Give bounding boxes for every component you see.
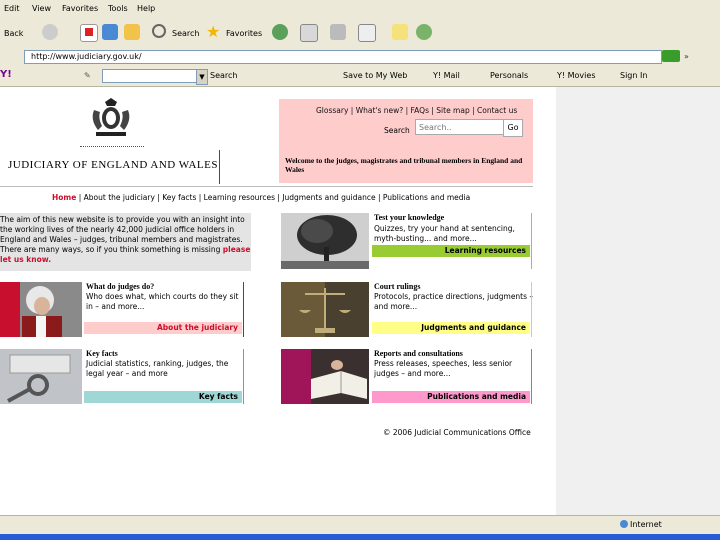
divider xyxy=(219,150,220,184)
learning-resources-link[interactable]: Learning resources xyxy=(372,245,530,257)
yahoo-mail-button[interactable]: Y! Mail xyxy=(433,71,460,80)
utility-links[interactable]: Glossary | What's new? | FAQs | Site map… xyxy=(316,106,517,115)
page-margin xyxy=(556,87,720,515)
search-input[interactable] xyxy=(415,119,507,135)
publications-media-link[interactable]: Publications and media xyxy=(372,391,530,403)
tree-photo[interactable] xyxy=(281,213,369,269)
forward-icon[interactable] xyxy=(42,24,58,40)
nav-links[interactable]: | About the judiciary | Key facts | Lear… xyxy=(79,193,470,202)
globe-icon xyxy=(620,520,628,528)
chevron-down-icon[interactable]: ▼ xyxy=(196,69,208,85)
print-icon[interactable] xyxy=(330,24,346,40)
pencil-icon[interactable]: ✎ xyxy=(84,71,91,80)
judge-photo[interactable] xyxy=(0,282,82,337)
yahoo-signin-button[interactable]: Sign In xyxy=(620,71,647,80)
search-icon[interactable] xyxy=(152,24,166,38)
divider xyxy=(0,186,533,187)
card-text: Judicial statistics, ranking, judges, th… xyxy=(86,359,229,378)
divider xyxy=(243,349,244,404)
intro-text: The aim of this new website is to provid… xyxy=(0,215,251,264)
address-bar: http://www.judiciary.gov.uk/ » xyxy=(0,48,720,67)
status-bar xyxy=(0,515,720,535)
keys-photo[interactable] xyxy=(0,349,82,404)
card-title[interactable]: Key facts xyxy=(86,349,118,358)
links-label: » xyxy=(684,52,689,61)
yahoo-logo[interactable]: Y! xyxy=(0,69,12,80)
messenger-icon[interactable] xyxy=(416,24,432,40)
divider xyxy=(531,213,532,269)
zone-label: Internet xyxy=(630,520,662,529)
favorites-icon[interactable]: ★ xyxy=(206,24,222,40)
copyright: © 2006 Judicial Communications Office xyxy=(383,428,531,437)
yahoo-save-button[interactable]: Save to My Web xyxy=(343,71,407,80)
favorites-button[interactable]: Favorites xyxy=(226,29,262,38)
menu-help[interactable]: Help xyxy=(137,4,155,13)
card-text: Protocols, practice directions, judgment… xyxy=(374,292,534,311)
search-button[interactable]: Search xyxy=(172,29,199,38)
key-facts-link[interactable]: Key facts xyxy=(84,391,242,403)
yahoo-movies-button[interactable]: Y! Movies xyxy=(557,71,595,80)
menu-view[interactable]: View xyxy=(32,4,51,13)
divider xyxy=(531,349,532,404)
divider xyxy=(243,282,244,337)
card-title[interactable]: Reports and consultations xyxy=(374,349,463,358)
intro-panel: The aim of this new website is to provid… xyxy=(0,213,251,271)
menu-edit[interactable]: Edit xyxy=(4,4,20,13)
welcome-text: Welcome to the judges, magistrates and t… xyxy=(285,156,523,174)
stop-icon[interactable] xyxy=(80,24,98,42)
menu-bar: Edit View Favorites Tools Help xyxy=(0,0,720,19)
refresh-icon[interactable] xyxy=(102,24,118,40)
card-text: Press releases, speeches, less senior ju… xyxy=(374,359,513,378)
reading-photo[interactable] xyxy=(281,349,369,404)
main-nav: Home | About the judiciary | Key facts |… xyxy=(52,193,470,202)
search-go-button[interactable]: Go xyxy=(503,119,523,137)
yahoo-search-button[interactable]: Search xyxy=(210,71,237,80)
divider xyxy=(80,146,144,147)
divider xyxy=(531,282,532,337)
taskbar xyxy=(0,534,720,540)
card-title[interactable]: Test your knowledge xyxy=(374,213,444,222)
card-title[interactable]: What do judges do? xyxy=(86,282,154,291)
judgments-guidance-link[interactable]: Judgments and guidance xyxy=(372,322,530,334)
site-title[interactable]: JUDICIARY OF ENGLAND AND WALES xyxy=(8,159,218,171)
card-text: Who does what, which courts do they sit … xyxy=(86,292,239,311)
go-arrow-icon[interactable] xyxy=(662,50,680,62)
royal-crest-icon xyxy=(92,98,130,136)
scales-photo[interactable] xyxy=(281,282,369,337)
menu-tools[interactable]: Tools xyxy=(108,4,128,13)
back-button[interactable]: Back xyxy=(4,29,23,38)
history-icon[interactable] xyxy=(272,24,288,40)
card-text: Quizzes, try your hand at sentencing, my… xyxy=(374,224,515,243)
nav-home[interactable]: Home xyxy=(52,193,76,202)
about-judiciary-link[interactable]: About the judiciary xyxy=(84,322,242,334)
home-icon[interactable] xyxy=(124,24,140,40)
standard-toolbar: Back Search ★ Favorites xyxy=(0,18,720,49)
edit-icon[interactable] xyxy=(358,24,376,42)
mail-icon[interactable] xyxy=(300,24,318,42)
search-label: Search xyxy=(384,126,410,135)
address-input[interactable]: http://www.judiciary.gov.uk/ xyxy=(24,50,662,64)
menu-favorites[interactable]: Favorites xyxy=(62,4,98,13)
yahoo-search-input[interactable] xyxy=(102,69,204,83)
notes-icon[interactable] xyxy=(392,24,408,40)
yahoo-toolbar: Y! ✎ ▼ Search Save to My Web Y! Mail Per… xyxy=(0,66,720,87)
card-title[interactable]: Court rulings xyxy=(374,282,420,291)
yahoo-personals-button[interactable]: Personals xyxy=(490,71,528,80)
